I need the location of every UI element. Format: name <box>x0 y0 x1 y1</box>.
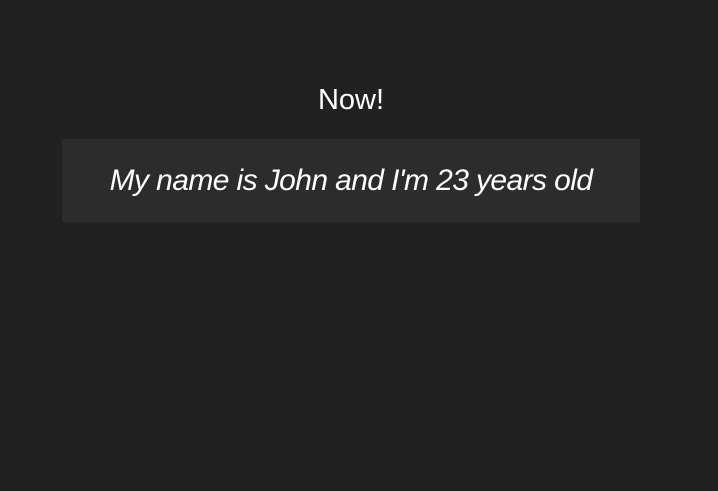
output-box: My name is John and I'm 23 years old <box>62 139 640 222</box>
page: Now! My name is John and I'm 23 years ol… <box>0 0 718 491</box>
output-sentence: My name is John and I'm 23 years old <box>109 163 593 197</box>
heading-now: Now! <box>317 84 385 116</box>
